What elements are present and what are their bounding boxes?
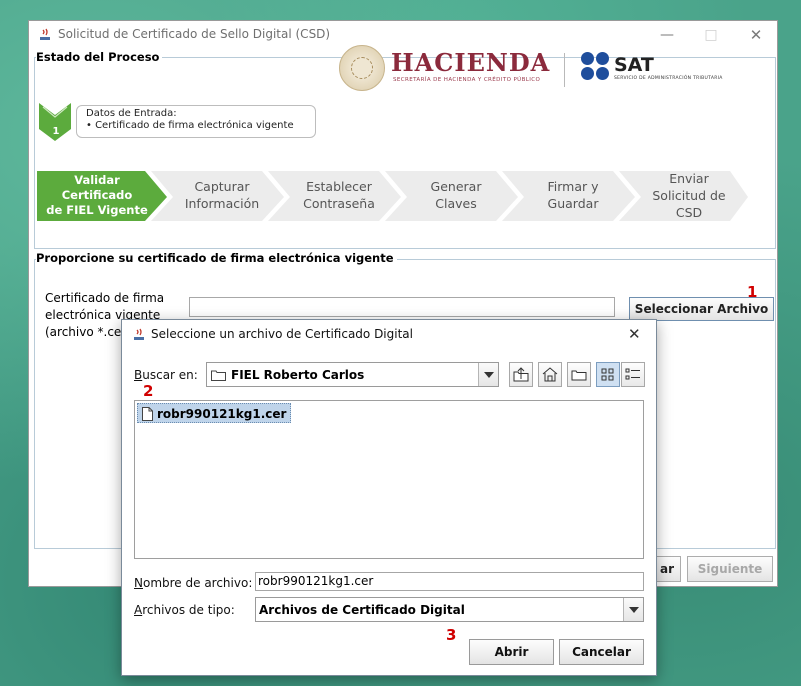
dialog-title: Seleccione un archivo de Certificado Dig… bbox=[151, 327, 413, 341]
step-label: CSD bbox=[675, 204, 703, 220]
annotation-marker-2: 2 bbox=[143, 382, 154, 400]
up-folder-icon bbox=[513, 367, 529, 382]
open-button[interactable]: Abrir bbox=[469, 639, 554, 665]
label-text: ombre de archivo: bbox=[142, 576, 253, 590]
close-icon[interactable]: ✕ bbox=[628, 325, 641, 343]
list-view-icon bbox=[601, 368, 614, 381]
certificate-path-field[interactable] bbox=[189, 297, 615, 317]
file-icon bbox=[142, 407, 153, 421]
file-name: robr990121kg1.cer bbox=[157, 407, 287, 421]
step-number: 1 bbox=[52, 126, 60, 137]
process-steps: Validar Certificado de FIEL Vigente Captu… bbox=[35, 169, 750, 225]
step-label: Capturar bbox=[194, 179, 250, 194]
step-label: Generar bbox=[430, 179, 482, 194]
java-app-icon bbox=[40, 28, 50, 40]
logo-divider bbox=[564, 53, 565, 87]
annotation-marker-1: 1 bbox=[747, 283, 758, 301]
step-label: Información bbox=[184, 196, 260, 211]
step-label: Enviar bbox=[669, 170, 709, 186]
sat-logo-subtitle: SERVICIO DE ADMINISTRACIÓN TRIBUTARIA bbox=[614, 76, 723, 81]
filename-input[interactable]: robr990121kg1.cer bbox=[255, 572, 644, 591]
filetype-label: Archivos de tipo: bbox=[134, 603, 235, 617]
dialog-title-bar: Seleccione un archivo de Certificado Dig… bbox=[122, 320, 656, 350]
step-capturar: Capturar Información bbox=[166, 169, 278, 221]
cancel-button[interactable]: Cancelar bbox=[559, 639, 644, 665]
file-list[interactable]: robr990121kg1.cer bbox=[134, 400, 644, 559]
hacienda-logo: HACIENDA bbox=[391, 48, 551, 77]
hacienda-logo-subtitle: SECRETARÍA DE HACIENDA Y CRÉDITO PÚBLICO bbox=[393, 77, 541, 83]
filetype-value: Archivos de Certificado Digital bbox=[259, 603, 465, 617]
chevron-down-icon[interactable] bbox=[623, 598, 643, 621]
annotation-marker-3: 3 bbox=[446, 626, 457, 644]
step-enviar: Enviar Solicitud de CSD bbox=[634, 163, 744, 227]
window-title: Solicitud de Certificado de Sello Digita… bbox=[58, 27, 331, 41]
next-button[interactable]: Siguiente bbox=[687, 556, 773, 582]
up-folder-button[interactable] bbox=[509, 362, 533, 387]
step-label: Contraseña bbox=[303, 196, 375, 211]
step-label: Firmar y bbox=[547, 179, 599, 194]
look-in-value: FIEL Roberto Carlos bbox=[231, 368, 365, 382]
title-bar: Solicitud de Certificado de Sello Digita… bbox=[29, 21, 777, 49]
home-folder-icon bbox=[542, 367, 558, 382]
step-label: Solicitud de bbox=[652, 187, 726, 203]
details-view-icon bbox=[625, 368, 640, 380]
chevron-down-icon[interactable] bbox=[478, 363, 498, 386]
filename-label: Nombre de archivo: bbox=[134, 576, 252, 590]
list-view-button[interactable] bbox=[596, 362, 620, 387]
mnemonic: A bbox=[134, 603, 143, 617]
certificate-label-line: Certificado de firma bbox=[45, 291, 165, 305]
label-text: uscar en: bbox=[142, 368, 198, 382]
input-data-box: Datos de Entrada: • Certificado de firma… bbox=[76, 105, 316, 138]
step-label: Establecer bbox=[306, 179, 372, 194]
step-label: Claves bbox=[435, 196, 477, 211]
new-folder-button[interactable] bbox=[567, 362, 591, 387]
minimize-icon[interactable]: — bbox=[651, 24, 683, 46]
process-section-title: Estado del Proceso bbox=[36, 50, 163, 64]
step-validar: Validar Certificado de FIEL Vigente bbox=[41, 169, 153, 221]
look-in-combo[interactable]: FIEL Roberto Carlos bbox=[206, 362, 499, 387]
file-item[interactable]: robr990121kg1.cer bbox=[137, 403, 292, 423]
step-generar: Generar Claves bbox=[400, 169, 512, 221]
look-in-label: Buscar en: bbox=[134, 368, 198, 382]
details-view-button[interactable] bbox=[621, 362, 645, 387]
sat-logo-icon bbox=[581, 52, 611, 82]
folder-icon bbox=[211, 370, 226, 381]
step-label: Validar Certificado bbox=[61, 172, 133, 202]
mnemonic: B bbox=[134, 368, 143, 382]
step-label: Guardar bbox=[547, 196, 599, 211]
mexico-seal-logo bbox=[339, 45, 385, 91]
sat-logo: SAT bbox=[614, 54, 654, 76]
label-text: rchivos de tipo: bbox=[142, 603, 235, 617]
input-data-title: Datos de Entrada: bbox=[86, 108, 177, 119]
file-chooser-dialog: Seleccione un archivo de Certificado Dig… bbox=[121, 319, 657, 676]
close-icon[interactable]: ✕ bbox=[740, 24, 772, 46]
step-firmar: Firmar y Guardar bbox=[517, 169, 629, 221]
java-app-icon bbox=[134, 328, 144, 340]
home-folder-button[interactable] bbox=[538, 362, 562, 387]
mnemonic: N bbox=[134, 576, 143, 590]
new-folder-icon bbox=[571, 370, 587, 381]
step-label: de FIEL Vigente bbox=[46, 202, 148, 217]
filetype-combo[interactable]: Archivos de Certificado Digital bbox=[255, 597, 644, 622]
step-establecer: Establecer Contraseña bbox=[283, 169, 395, 221]
certificate-section-title: Proporcione su certificado de firma elec… bbox=[36, 251, 397, 265]
input-data-item: • Certificado de firma electrónica vigen… bbox=[86, 120, 294, 131]
maximize-icon[interactable]: □ bbox=[695, 24, 727, 46]
